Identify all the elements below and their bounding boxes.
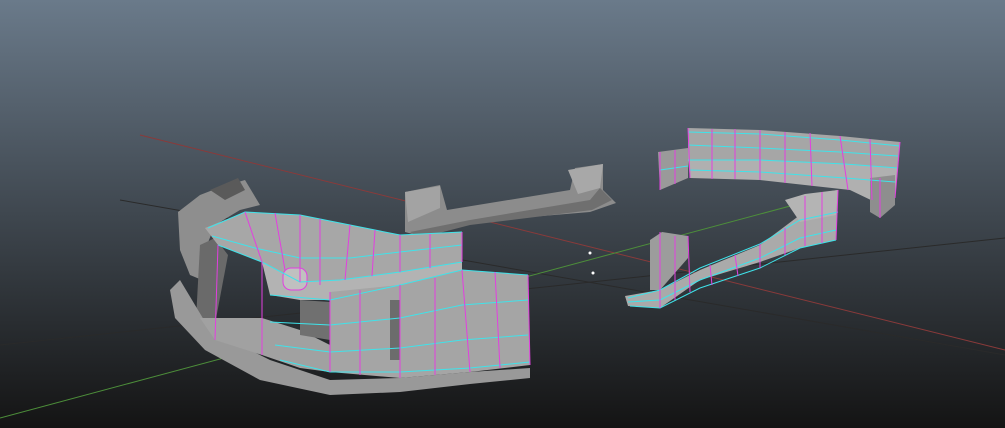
maya-viewport[interactable] xyxy=(0,0,1005,428)
viewport-canvas[interactable] xyxy=(0,0,1005,428)
front-bumper-vent-recess xyxy=(300,300,330,340)
pivot-point-secondary[interactable] xyxy=(591,271,595,275)
front-bumper-vent-recess-2 xyxy=(390,300,400,360)
pivot-point[interactable] xyxy=(588,251,592,255)
